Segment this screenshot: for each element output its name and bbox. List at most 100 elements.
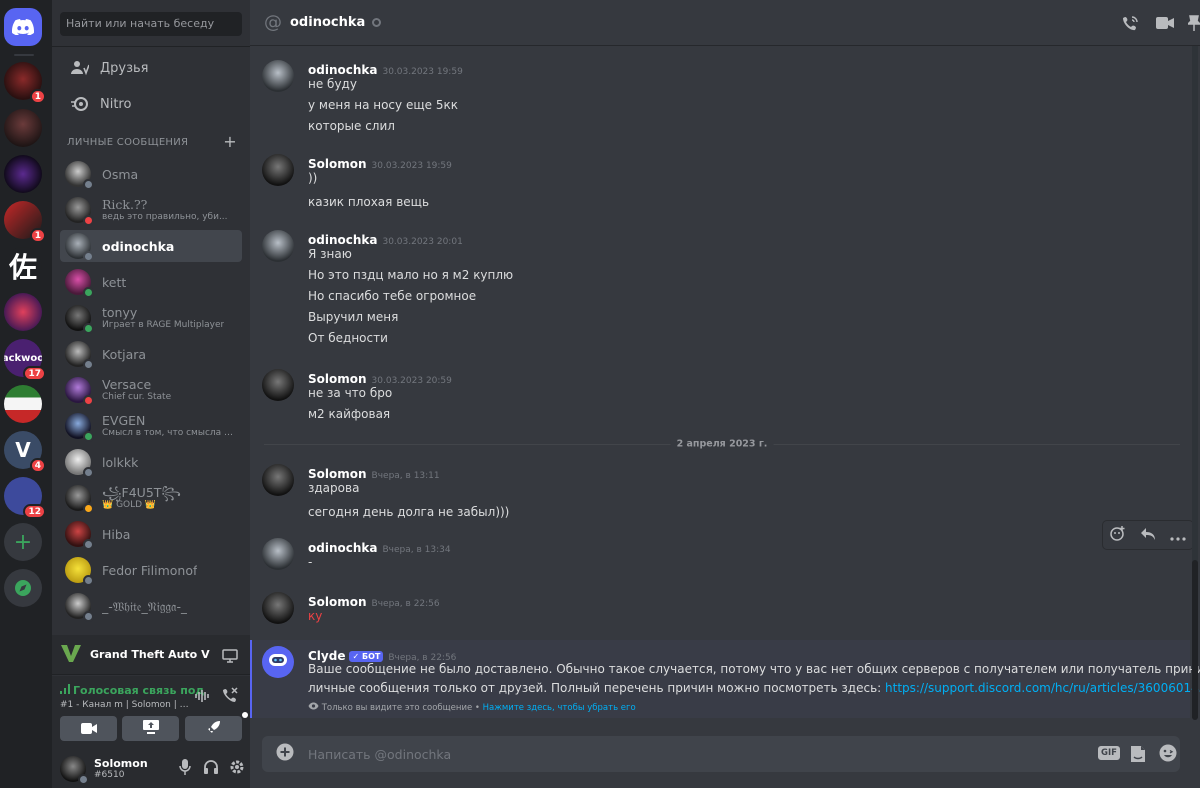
message-author[interactable]: Solomon — [308, 372, 367, 386]
gif-button[interactable]: GIF — [1098, 746, 1120, 760]
voice-channel-info[interactable]: #1 - Канал m | Solomon | 7... — [60, 700, 190, 710]
dm-item[interactable]: tonyy Играет в RAGE Multiplayer — [60, 302, 242, 334]
message-timestamp: 30.03.2023 20:01 — [382, 237, 463, 247]
avatar[interactable] — [262, 369, 294, 401]
note-separator: • — [472, 703, 483, 713]
pin-icon[interactable] — [1186, 15, 1200, 35]
dm-item[interactable]: Rick.?? ведь это правильно, уби... — [60, 194, 242, 226]
activities-button[interactable] — [185, 712, 248, 741]
dm-item[interactable]: Hiba — [60, 518, 242, 550]
message-author[interactable]: Solomon — [308, 157, 367, 171]
message-timestamp: 30.03.2023 20:59 — [371, 376, 452, 386]
message-author[interactable]: odinochka — [308, 63, 377, 77]
dm-item-active[interactable]: odinochka — [60, 230, 242, 262]
dm-name: tonyy — [102, 305, 138, 320]
rail-separator — [14, 54, 34, 56]
home-button[interactable] — [4, 8, 42, 46]
status-indicator — [83, 431, 94, 442]
server-icon-10[interactable]: 12 — [4, 477, 46, 519]
settings-gear-icon[interactable] — [229, 759, 245, 779]
message-author[interactable]: Solomon — [308, 467, 367, 481]
user-avatar[interactable] — [60, 756, 89, 785]
support-link[interactable]: https://support.discord.com/hc/ru/articl… — [885, 681, 1200, 695]
scrollbar-thumb[interactable] — [1192, 560, 1198, 720]
status-indicator — [78, 774, 89, 785]
search-input[interactable]: Найти или начать беседу — [60, 12, 242, 36]
server-icon-5[interactable]: 佐 — [4, 247, 42, 285]
screen-share-icon[interactable] — [222, 648, 238, 667]
nav-nitro[interactable]: Nitro — [60, 87, 242, 121]
dm-item[interactable]: ꧁F4U5T꧂ 👑 GOLD 👑 — [60, 482, 242, 514]
avatar[interactable] — [262, 154, 294, 186]
attach-plus-button[interactable] — [276, 743, 294, 765]
voice-title: Голосовая связь под — [73, 684, 205, 697]
add-server-button[interactable]: + — [4, 523, 42, 561]
dm-item[interactable]: lolkkk — [60, 446, 242, 478]
emoji-icon[interactable] — [1159, 744, 1177, 766]
avatar — [65, 521, 94, 550]
dismiss-message-link[interactable]: Нажмите здесь, чтобы убрать его — [483, 703, 636, 713]
start-voice-call-icon[interactable] — [1122, 15, 1139, 36]
server-icon-9[interactable]: V 4 — [4, 431, 46, 473]
avatar[interactable] — [262, 230, 294, 262]
microphone-icon[interactable] — [179, 759, 191, 779]
avatar[interactable] — [262, 60, 294, 92]
message-author[interactable]: odinochka — [308, 541, 377, 555]
message-text: От бедности — [308, 331, 388, 345]
noise-suppression-icon[interactable] — [195, 688, 211, 707]
message-text: личные сообщения только от друзей. Полны… — [308, 681, 882, 695]
dm-item[interactable]: Kotjara — [60, 338, 242, 370]
message-input[interactable]: Написать @odinochka — [308, 747, 451, 762]
dm-item[interactable]: EVGEN Смысл в том, что смысла нет. — [60, 410, 242, 442]
dm-name: Rick.?? — [102, 197, 148, 212]
server-icon-8[interactable] — [4, 385, 42, 423]
avatar[interactable] — [262, 464, 294, 496]
create-dm-button[interactable]: + — [223, 134, 237, 150]
divider — [52, 46, 250, 47]
clyde-message: Clyde ✓ БОТ Вчера, в 22:56 Ваше сообщение … — [250, 640, 1200, 718]
dm-name: EVGEN — [102, 413, 146, 428]
server-icon-2[interactable] — [4, 109, 42, 147]
more-options-icon[interactable] — [1170, 526, 1186, 545]
message-text: Выручил меня — [308, 310, 399, 324]
avatar — [65, 593, 94, 622]
user-panel: Solomon #6510 — [52, 750, 250, 788]
dm-item[interactable]: kett — [60, 266, 242, 298]
dm-item[interactable]: _-𝔚𝔥𝔦𝔱𝔢_𝔑𝔦𝔤𝔤𝔞-_ — [60, 590, 242, 622]
friends-icon — [60, 60, 100, 76]
dm-item[interactable]: Osma — [60, 158, 242, 190]
server-icon-7[interactable]: ackwoo 17 — [4, 339, 46, 381]
reply-icon[interactable] — [1140, 526, 1156, 545]
status-indicator — [83, 215, 94, 226]
dm-section-header: ЛИЧНЫЕ СООБЩЕНИЯ + — [67, 134, 237, 150]
clyde-avatar[interactable] — [262, 646, 294, 678]
dm-item[interactable]: Fedor Filimonof — [60, 554, 242, 586]
server-portrait-icon — [4, 109, 42, 147]
server-icon-6[interactable] — [4, 293, 42, 331]
explore-servers-button[interactable] — [4, 569, 42, 607]
message-timestamp: 30.03.2023 19:59 — [382, 67, 463, 77]
dm-name: Osma — [102, 166, 139, 182]
share-screen-button[interactable] — [122, 716, 179, 741]
add-reaction-icon[interactable] — [1110, 525, 1126, 545]
sticker-icon[interactable] — [1130, 745, 1146, 767]
server-flag-icon — [4, 385, 42, 423]
message-author[interactable]: odinochka — [308, 233, 377, 247]
dm-item[interactable]: Versace Chief cur. State — [60, 374, 242, 406]
server-icon-4[interactable]: 1 — [4, 201, 46, 243]
server-icon-3[interactable] — [4, 155, 42, 193]
status-indicator — [83, 359, 94, 370]
message-author[interactable]: Solomon — [308, 595, 367, 609]
headphones-icon[interactable] — [203, 759, 219, 779]
nav-friends[interactable]: Друзья — [60, 51, 242, 85]
avatar[interactable] — [262, 538, 294, 570]
status-indicator — [83, 575, 94, 586]
message-text: м2 кайфовая — [308, 407, 391, 421]
gta-v-icon — [60, 643, 82, 667]
message-author[interactable]: Clyde — [308, 649, 345, 663]
disconnect-call-icon[interactable] — [222, 687, 238, 707]
start-video-call-icon[interactable] — [1156, 15, 1174, 34]
video-button[interactable] — [60, 716, 117, 741]
avatar[interactable] — [262, 592, 294, 624]
server-icon-1[interactable]: 1 — [4, 62, 46, 104]
